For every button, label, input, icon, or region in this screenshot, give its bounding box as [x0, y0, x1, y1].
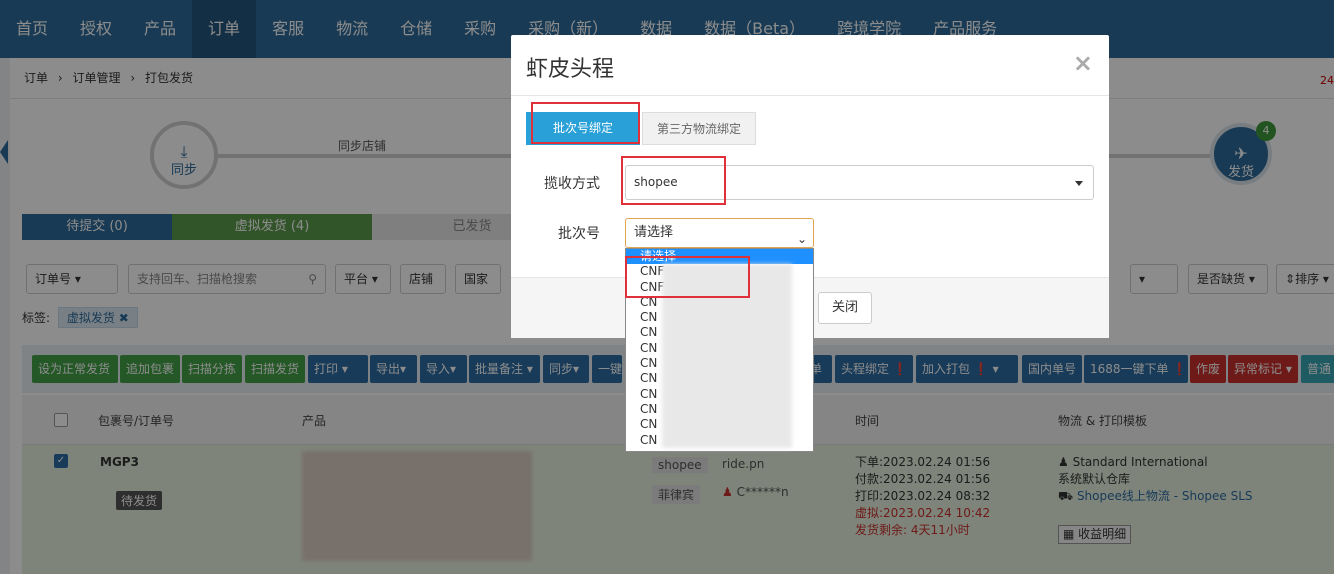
modal-header: 虾皮头程 × [511, 35, 1109, 96]
modal-title: 虾皮头程 [526, 57, 615, 82]
batch-value: 请选择 [634, 225, 674, 240]
annotation-box [531, 102, 640, 144]
close-icon[interactable]: × [1073, 49, 1093, 77]
batch-label: 批次号 [558, 226, 600, 242]
annotation-box [621, 156, 726, 205]
annotation-box [625, 256, 750, 298]
batch-select[interactable]: 请选择 ⌄ [625, 218, 814, 248]
pickup-label: 揽收方式 [544, 176, 600, 192]
close-button[interactable]: 关闭 [818, 292, 872, 324]
caret-down-icon [1075, 181, 1083, 186]
tab-third-party-binding[interactable]: 第三方物流绑定 [642, 112, 756, 145]
